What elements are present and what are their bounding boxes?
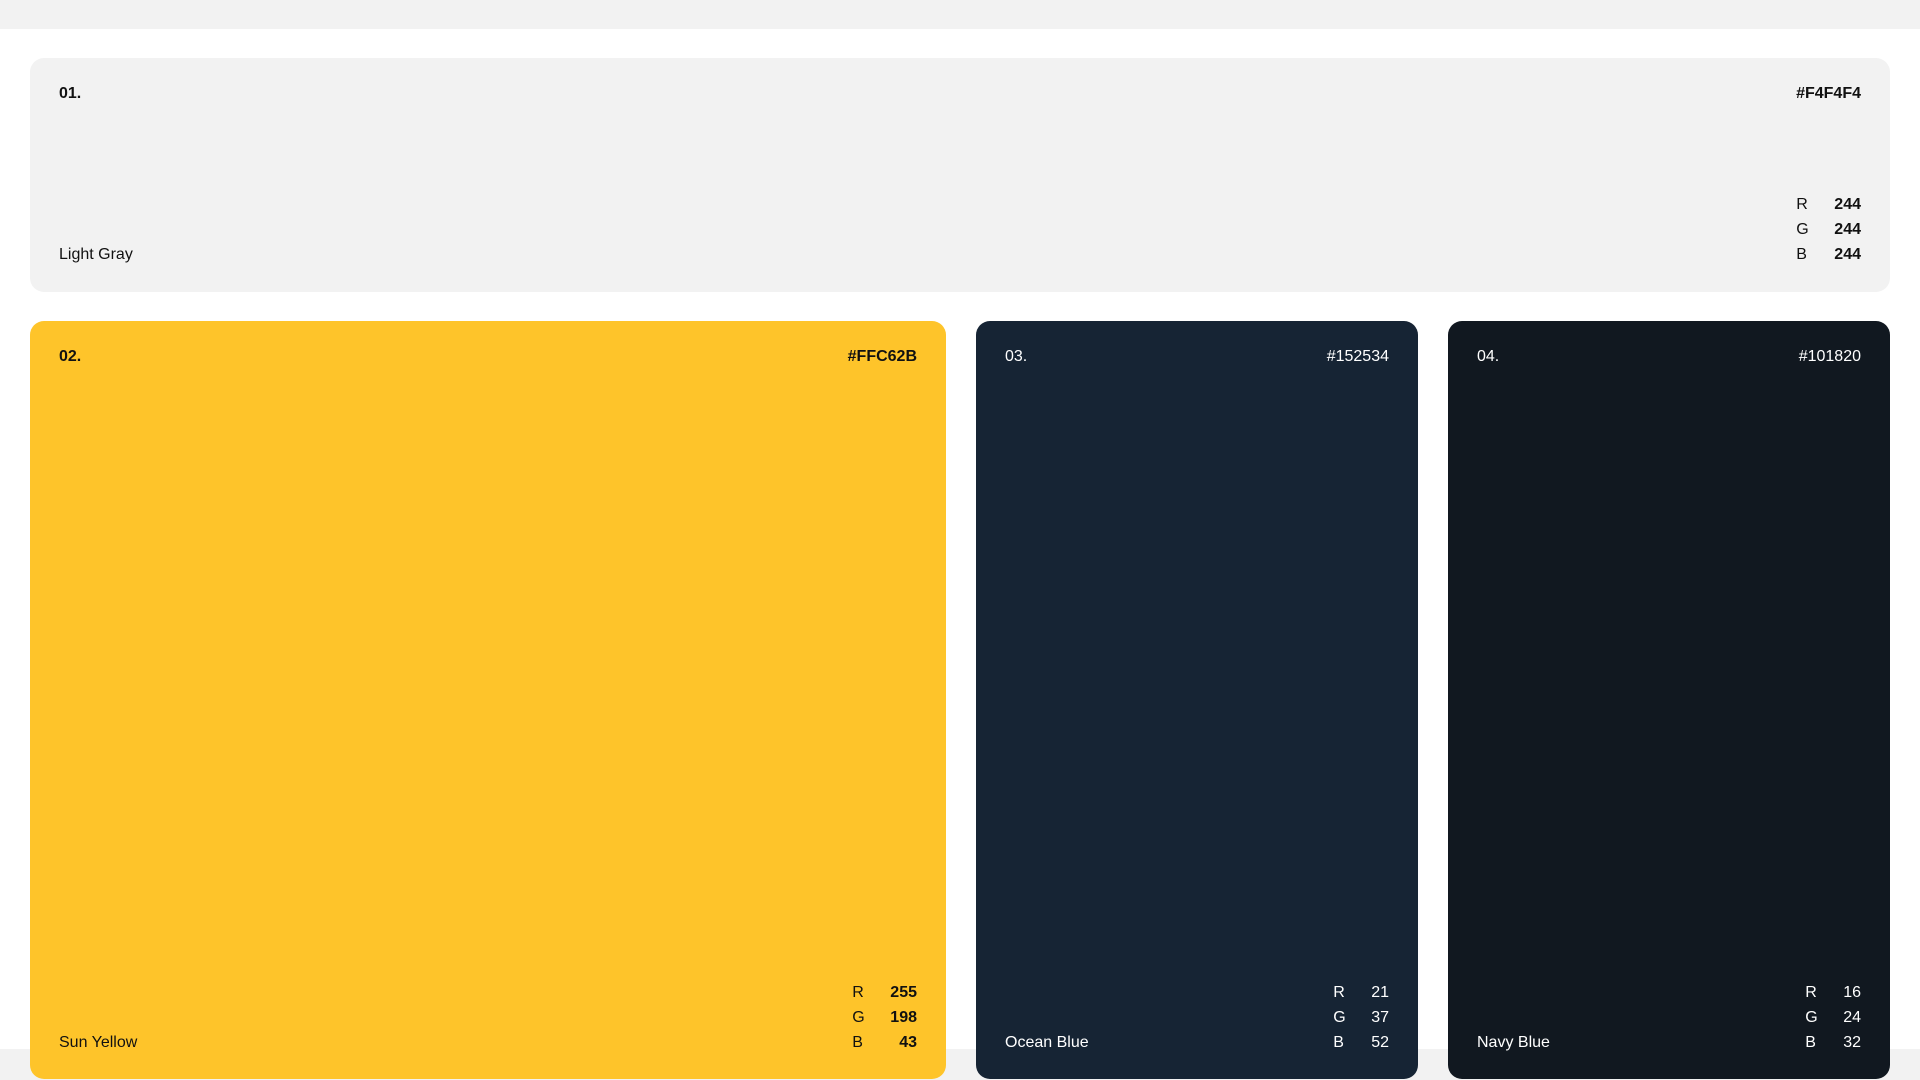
rgb-b-label: B (852, 1034, 863, 1051)
swatch-name: Navy Blue (1477, 1034, 1550, 1051)
rgb-b-label: B (1796, 246, 1807, 263)
swatch-rgb-values: R 244 G 244 B 244 (1796, 195, 1861, 265)
swatch-card-ocean-blue: 03. #152534 Ocean Blue R 21 G 37 B 52 (976, 321, 1418, 1079)
swatch-name: Light Gray (59, 246, 133, 263)
swatch-hex-code: #101820 (1798, 348, 1861, 365)
rgb-b-value: 32 (1843, 1034, 1861, 1051)
swatch-card-light-gray: 01. #F4F4F4 Light Gray R 244 G 244 B 244 (30, 58, 1890, 292)
rgb-b-value: 43 (899, 1034, 917, 1051)
rgb-g-label: G (1333, 1009, 1346, 1026)
swatch-card-sun-yellow: 02. #FFC62B Sun Yellow R 255 G 198 B 43 (30, 321, 946, 1079)
swatch-index: 03. (1005, 348, 1028, 365)
rgb-b-label: B (1333, 1034, 1344, 1051)
rgb-b-label: B (1805, 1034, 1816, 1051)
rgb-b-value: 52 (1371, 1034, 1389, 1051)
swatch-name: Sun Yellow (59, 1034, 138, 1051)
swatch-rgb-values: R 255 G 198 B 43 (852, 983, 917, 1053)
rgb-r-label: R (1333, 984, 1345, 1001)
rgb-g-value: 24 (1843, 1009, 1861, 1026)
rgb-r-label: R (1805, 984, 1817, 1001)
swatch-hex-code: #F4F4F4 (1796, 85, 1861, 102)
rgb-g-label: G (852, 1009, 865, 1026)
swatch-name: Ocean Blue (1005, 1034, 1089, 1051)
rgb-r-value: 21 (1371, 984, 1389, 1001)
swatch-rgb-values: R 16 G 24 B 32 (1805, 983, 1861, 1053)
swatch-rgb-values: R 21 G 37 B 52 (1333, 983, 1389, 1053)
rgb-g-label: G (1805, 1009, 1818, 1026)
swatch-hex-code: #152534 (1326, 348, 1389, 365)
rgb-g-label: G (1796, 221, 1809, 238)
swatch-index: 02. (59, 348, 82, 365)
rgb-r-value: 255 (890, 984, 917, 1001)
rgb-r-label: R (852, 984, 864, 1001)
rgb-b-value: 244 (1834, 246, 1861, 263)
rgb-r-value: 244 (1834, 196, 1861, 213)
rgb-g-value: 244 (1834, 221, 1861, 238)
rgb-r-label: R (1796, 196, 1808, 213)
swatch-hex-code: #FFC62B (847, 348, 917, 365)
rgb-g-value: 198 (890, 1009, 917, 1026)
rgb-g-value: 37 (1371, 1009, 1389, 1026)
swatch-index: 01. (59, 85, 82, 102)
swatch-card-navy-blue: 04. #101820 Navy Blue R 16 G 24 B 32 (1448, 321, 1890, 1079)
swatch-index: 04. (1477, 348, 1500, 365)
rgb-r-value: 16 (1843, 984, 1861, 1001)
palette-canvas: 01. #F4F4F4 Light Gray R 244 G 244 B 244… (0, 29, 1920, 1079)
